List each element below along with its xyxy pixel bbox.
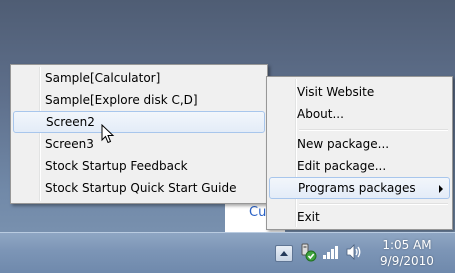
clock-time: 1:05 AM [382, 238, 432, 252]
menu-item-screen2[interactable]: Screen2 [13, 111, 265, 133]
menu-item-edit-package[interactable]: Edit package... [269, 155, 450, 177]
submenu-arrow-icon [439, 185, 443, 193]
menu-item-new-package[interactable]: New package... [269, 133, 450, 155]
menu-separator [299, 129, 448, 131]
menu-item-label: About... [297, 107, 344, 121]
menu-item-screen3[interactable]: Screen3 [13, 133, 265, 155]
menu-item-about[interactable]: About... [269, 103, 450, 125]
menu-item-label: Screen3 [45, 137, 94, 151]
mouse-pointer-icon [101, 124, 115, 144]
menu-item-sample-calculator[interactable]: Sample[Calculator] [13, 67, 265, 89]
menu-item-label: Stock Startup Quick Start Guide [45, 181, 237, 195]
menu-separator [299, 203, 448, 205]
menu-item-stock-startup-quick-start-guide[interactable]: Stock Startup Quick Start Guide [13, 177, 265, 199]
volume-speaker-icon[interactable] [345, 243, 363, 261]
network-signal-icon[interactable] [322, 243, 340, 261]
menu-item-label: Visit Website [297, 85, 375, 99]
programs-packages-submenu: Sample[Calculator] Sample[Explore disk C… [10, 64, 268, 204]
chevron-up-icon [280, 251, 288, 256]
menu-item-label: Exit [297, 210, 320, 224]
menu-item-label: Sample[Calculator] [45, 71, 161, 85]
window-link-text[interactable]: Cu [249, 205, 266, 220]
menu-item-visit-website[interactable]: Visit Website [269, 81, 450, 103]
menu-item-stock-startup-feedback[interactable]: Stock Startup Feedback [13, 155, 265, 177]
menu-item-label: Programs packages [298, 181, 416, 195]
menu-item-exit[interactable]: Exit [269, 206, 450, 228]
menu-item-label: Sample[Explore disk C,D] [45, 93, 198, 107]
usb-safely-remove-icon[interactable] [299, 243, 317, 263]
menu-item-programs-packages[interactable]: Programs packages [269, 177, 450, 199]
show-hidden-icons-button[interactable] [275, 245, 293, 262]
taskbar: 1:05 AM 9/9/2010 [0, 232, 455, 273]
system-clock[interactable]: 1:05 AM 9/9/2010 [372, 237, 442, 269]
clock-date: 9/9/2010 [380, 254, 434, 268]
menu-item-label: Screen2 [46, 115, 95, 129]
menu-item-label: Edit package... [297, 159, 387, 173]
menu-item-sample-explore-disk[interactable]: Sample[Explore disk C,D] [13, 89, 265, 111]
tray-context-menu: Visit Website About... New package... Ed… [266, 76, 453, 230]
menu-item-label: Stock Startup Feedback [45, 159, 188, 173]
menu-item-label: New package... [297, 137, 390, 151]
